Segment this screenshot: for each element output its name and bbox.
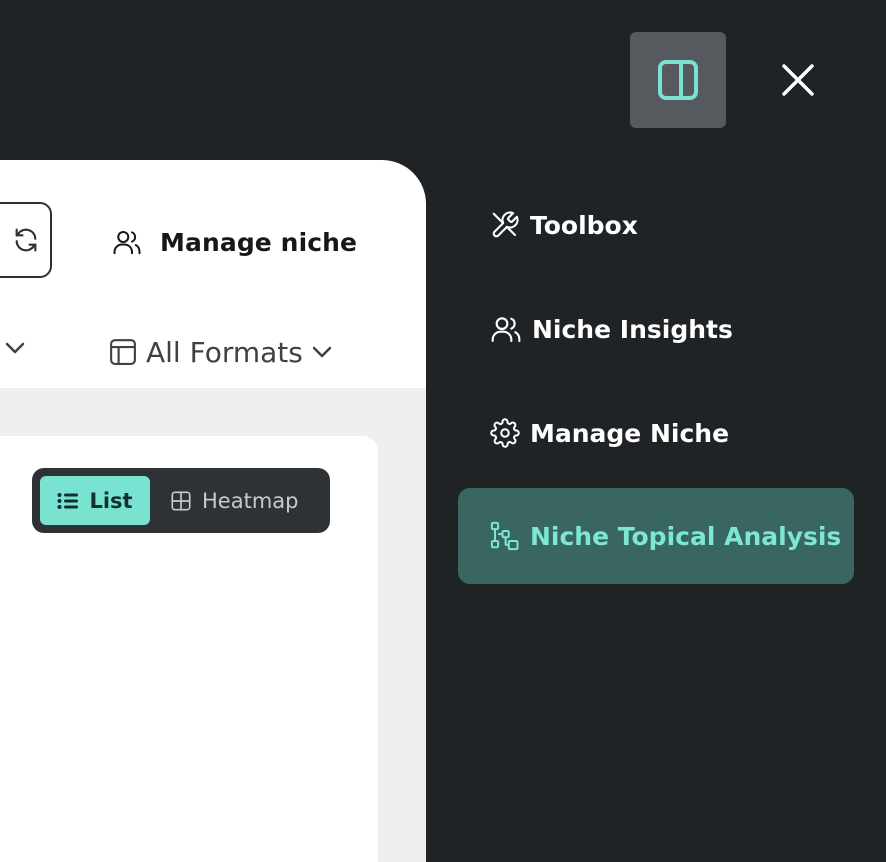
users-icon — [491, 317, 521, 343]
refresh-icon — [15, 228, 37, 252]
menu-item-manage-niche[interactable]: Manage Niche — [490, 408, 729, 458]
menu-item-label: Niche Topical Analysis — [530, 521, 842, 551]
list-icon — [57, 492, 79, 509]
topical-analysis-icon — [490, 521, 519, 551]
chevron-down-icon — [5, 342, 25, 354]
menu-item-label: Niche Insights — [532, 314, 733, 344]
close-icon — [782, 64, 814, 96]
layout-icon — [110, 339, 136, 365]
close-button[interactable] — [766, 48, 830, 112]
sidebar-panel-icon — [658, 60, 698, 100]
toggle-panel-button[interactable] — [630, 32, 726, 128]
list-view-tab[interactable]: List — [40, 476, 150, 525]
menu-item-label: Toolbox — [530, 210, 638, 240]
menu-item-label: Manage Niche — [530, 418, 730, 448]
list-tab-label: List — [89, 488, 133, 513]
manage-niche-label: Manage niche — [160, 227, 358, 257]
main-card: Manage niche All Formats List Heatmap — [0, 160, 426, 862]
menu-item-niche-insights[interactable]: Niche Insights — [490, 304, 733, 354]
chevron-down-icon — [312, 346, 332, 358]
menu-item-content: Niche Topical Analysis — [490, 511, 841, 561]
tools-icon — [492, 211, 519, 238]
dropdown-chevron[interactable] — [4, 340, 26, 356]
view-toggle: List Heatmap — [32, 468, 330, 533]
heatmap-view-tab[interactable]: Heatmap — [170, 476, 298, 525]
formats-dropdown[interactable]: All Formats — [108, 330, 333, 374]
users-icon — [113, 231, 141, 255]
heatmap-tab-label: Heatmap — [202, 488, 299, 513]
grid-icon — [171, 490, 191, 511]
menu-item-niche-topical-analysis[interactable]: Niche Topical Analysis — [458, 488, 854, 584]
formats-label: All Formats — [146, 335, 303, 369]
refresh-button[interactable] — [0, 202, 52, 278]
manage-niche-button[interactable]: Manage niche — [112, 222, 357, 262]
menu-item-toolbox[interactable]: Toolbox — [490, 200, 638, 250]
gear-icon — [490, 418, 520, 448]
